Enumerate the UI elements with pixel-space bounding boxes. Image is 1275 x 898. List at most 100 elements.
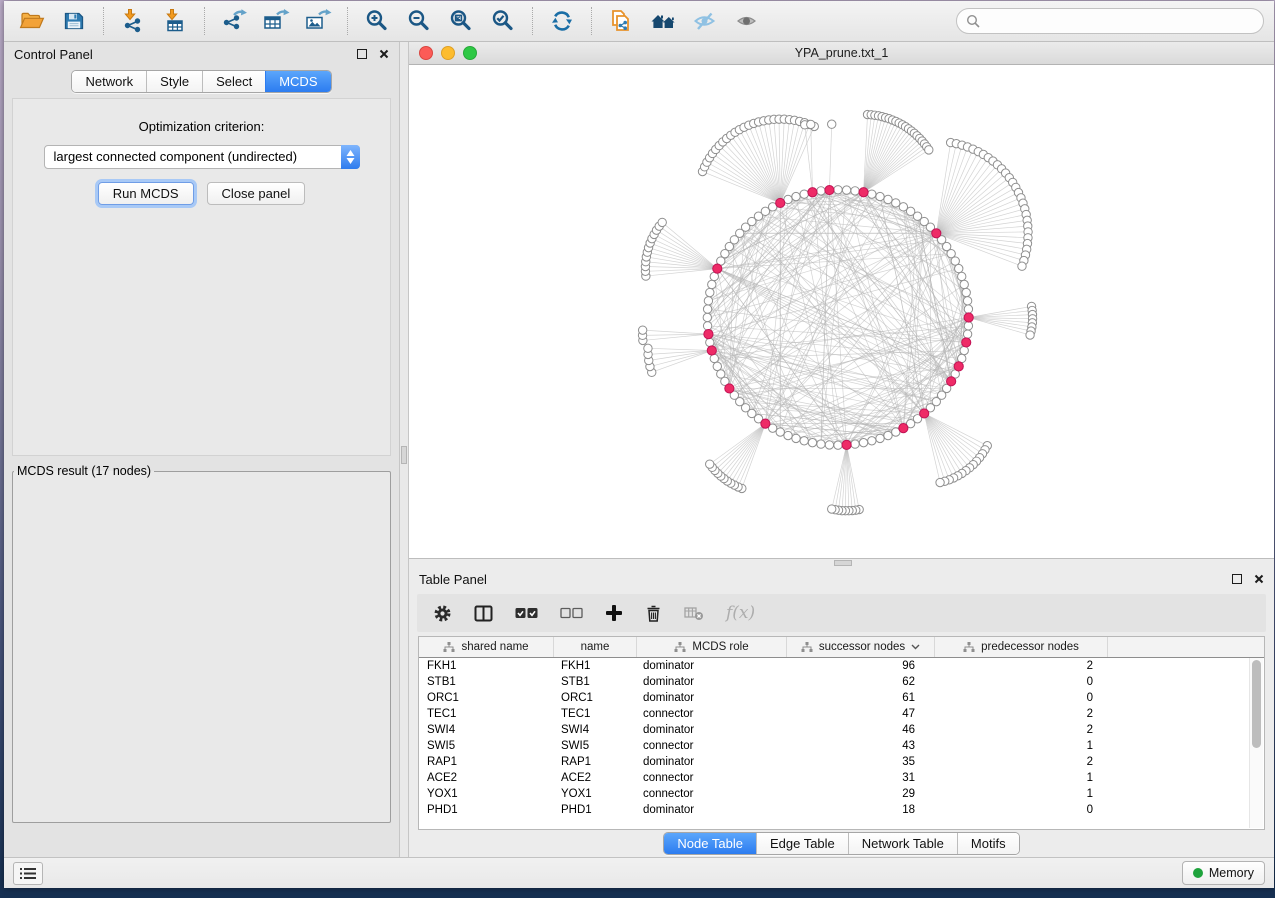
network-hub-node[interactable] xyxy=(947,377,956,386)
network-node[interactable] xyxy=(834,441,842,449)
float-panel-icon[interactable] xyxy=(1232,574,1242,584)
table-row[interactable]: RAP1RAP1dominator352 xyxy=(419,754,1264,770)
column-header-shared-name[interactable]: shared name xyxy=(419,637,554,657)
export-table-button[interactable] xyxy=(258,5,294,37)
zoom-out-button[interactable] xyxy=(401,5,437,37)
network-node[interactable] xyxy=(703,305,711,313)
zoom-fit-button[interactable] xyxy=(443,5,479,37)
network-node[interactable] xyxy=(704,297,712,305)
select-all-button[interactable] xyxy=(515,607,538,619)
table-row[interactable]: YOX1YOX1connector291 xyxy=(419,786,1264,802)
network-hub-node[interactable] xyxy=(704,330,713,339)
status-menu-button[interactable] xyxy=(13,862,43,885)
network-node[interactable] xyxy=(884,195,892,203)
column-header-name[interactable]: name xyxy=(554,637,637,657)
table-row[interactable]: FKH1FKH1dominator962 xyxy=(419,658,1264,674)
column-header-MCDS-role[interactable]: MCDS role xyxy=(637,637,787,657)
network-node[interactable] xyxy=(955,264,963,272)
table-row[interactable]: SWI4SWI4dominator462 xyxy=(419,722,1264,738)
splitter-handle[interactable] xyxy=(401,446,407,464)
network-node[interactable] xyxy=(963,330,971,338)
export-network-button[interactable] xyxy=(216,5,252,37)
network-node[interactable] xyxy=(960,280,968,288)
close-panel-button[interactable]: Close panel xyxy=(207,182,306,205)
network-node[interactable] xyxy=(884,431,892,439)
network-node[interactable] xyxy=(842,186,850,194)
close-panel-icon[interactable] xyxy=(379,49,389,59)
network-hub-node[interactable] xyxy=(776,198,785,207)
vertical-splitter[interactable] xyxy=(399,42,409,857)
network-node[interactable] xyxy=(964,322,972,330)
tab-node-table[interactable]: Node Table xyxy=(664,833,756,854)
network-node[interactable] xyxy=(708,280,716,288)
network-node[interactable] xyxy=(703,313,711,321)
table-row[interactable]: SWI5SWI5connector431 xyxy=(419,738,1264,754)
delete-column-button[interactable] xyxy=(645,604,662,623)
network-node[interactable] xyxy=(706,288,714,296)
network-node[interactable] xyxy=(834,186,842,194)
network-hub-node[interactable] xyxy=(713,264,722,273)
table-scrollbar[interactable] xyxy=(1249,658,1263,828)
network-node[interactable] xyxy=(784,431,792,439)
network-node[interactable] xyxy=(807,120,815,128)
network-node[interactable] xyxy=(960,346,968,354)
unselect-all-button[interactable] xyxy=(560,607,583,619)
network-node[interactable] xyxy=(851,187,859,195)
memory-button[interactable]: Memory xyxy=(1182,861,1265,885)
network-hub-node[interactable] xyxy=(761,419,770,428)
network-node[interactable] xyxy=(962,288,970,296)
zoom-selected-button[interactable] xyxy=(485,5,521,37)
search-input[interactable] xyxy=(986,13,1254,29)
network-node[interactable] xyxy=(817,187,825,195)
network-node[interactable] xyxy=(963,297,971,305)
network-node[interactable] xyxy=(876,434,884,442)
network-node[interactable] xyxy=(1026,331,1034,339)
network-hub-node[interactable] xyxy=(859,188,868,197)
network-node[interactable] xyxy=(658,218,666,226)
import-network-button[interactable] xyxy=(115,5,151,37)
network-node[interactable] xyxy=(958,272,966,280)
network-node[interactable] xyxy=(828,505,836,513)
network-hub-node[interactable] xyxy=(932,229,941,238)
tab-motifs[interactable]: Motifs xyxy=(957,833,1019,854)
network-node[interactable] xyxy=(925,146,933,154)
network-node[interactable] xyxy=(825,441,833,449)
float-panel-icon[interactable] xyxy=(357,49,367,59)
network-node[interactable] xyxy=(868,190,876,198)
network-hub-node[interactable] xyxy=(825,185,834,194)
network-hub-node[interactable] xyxy=(954,362,963,371)
network-graph[interactable] xyxy=(409,65,1274,558)
network-node[interactable] xyxy=(828,120,836,128)
table-row[interactable]: ACE2ACE2connector311 xyxy=(419,770,1264,786)
tab-network[interactable]: Network xyxy=(72,71,146,92)
network-node[interactable] xyxy=(800,437,808,445)
scrollbar-thumb[interactable] xyxy=(1252,660,1261,748)
tab-select[interactable]: Select xyxy=(202,71,265,92)
network-node[interactable] xyxy=(936,478,944,486)
network-node[interactable] xyxy=(776,428,784,436)
network-hub-node[interactable] xyxy=(920,409,929,418)
import-table-button[interactable] xyxy=(157,5,193,37)
table-row[interactable]: STB1STB1dominator620 xyxy=(419,674,1264,690)
table-row[interactable]: TEC1TEC1connector472 xyxy=(419,706,1264,722)
refresh-layout-button[interactable] xyxy=(544,5,580,37)
save-session-button[interactable] xyxy=(56,5,92,37)
network-hub-node[interactable] xyxy=(964,313,973,322)
table-options-gear-button[interactable] xyxy=(433,604,452,623)
zoom-in-button[interactable] xyxy=(359,5,395,37)
table-row[interactable]: PHD1PHD1dominator180 xyxy=(419,802,1264,818)
network-hub-node[interactable] xyxy=(962,338,971,347)
show-all-button[interactable] xyxy=(729,5,765,37)
column-header-predecessor-nodes[interactable]: predecessor nodes xyxy=(935,637,1108,657)
network-node[interactable] xyxy=(892,199,900,207)
network-node[interactable] xyxy=(851,440,859,448)
network-node[interactable] xyxy=(1018,262,1026,270)
network-hub-node[interactable] xyxy=(707,346,716,355)
network-canvas[interactable] xyxy=(409,65,1274,558)
close-panel-icon[interactable] xyxy=(1254,574,1264,584)
horizontal-splitter[interactable] xyxy=(409,559,1274,567)
export-image-button[interactable] xyxy=(300,5,336,37)
column-header-successor-nodes[interactable]: successor nodes xyxy=(787,637,935,657)
network-node[interactable] xyxy=(792,434,800,442)
criterion-select[interactable]: largest connected component (undirected) xyxy=(44,145,360,169)
